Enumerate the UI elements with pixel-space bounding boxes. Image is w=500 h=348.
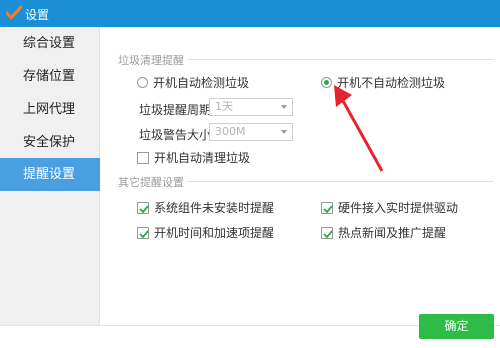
warning-size-value: 300M <box>215 125 246 138</box>
section-title-other: 其它提醒设置 <box>118 176 184 189</box>
check-icon <box>139 229 149 238</box>
period-select[interactable]: 1天 <box>209 98 293 116</box>
checkbox-label: 开机自动清理垃圾 <box>154 151 251 165</box>
radio-label: 开机自动检测垃圾 <box>153 76 250 90</box>
section-divider <box>188 59 494 60</box>
app-logo-icon <box>6 5 22 20</box>
sidebar-item-reminders[interactable]: 提醒设置 <box>0 158 100 191</box>
annotation-arrow-icon <box>334 85 384 172</box>
checkbox-label: 硬件接入实时提供驱动 <box>338 201 459 215</box>
section-title-trash: 垃圾清理提醒 <box>118 54 184 67</box>
check-icon <box>323 229 333 238</box>
option-hot-news[interactable]: 热点新闻及推广提醒 <box>321 224 446 241</box>
checkbox-label: 热点新闻及推广提醒 <box>338 226 447 240</box>
warning-size-select[interactable]: 300M <box>209 123 293 141</box>
window-title: 设置 <box>25 8 50 22</box>
radio-button[interactable] <box>137 77 148 88</box>
checkbox-checked[interactable] <box>137 201 149 214</box>
option-component-reminder[interactable]: 系统组件未安装时提醒 <box>137 199 274 216</box>
checkbox-checked[interactable] <box>321 201 333 214</box>
sidebar-item-proxy[interactable]: 上网代理 <box>0 93 100 126</box>
option-hardware-driver[interactable]: 硬件接入实时提供驱动 <box>321 199 458 216</box>
radio-auto-detect[interactable]: 开机自动检测垃圾 <box>137 74 249 91</box>
sidebar: 综合设置 存储位置 上网代理 安全保护 提醒设置 <box>0 27 100 325</box>
checkbox-checked[interactable] <box>321 226 333 239</box>
checkbox-label: 开机时间和加速项提醒 <box>154 226 275 240</box>
checkbox[interactable] <box>137 151 149 164</box>
sidebar-item-security[interactable]: 安全保护 <box>0 126 100 159</box>
section-divider <box>188 181 494 182</box>
sidebar-item-general[interactable]: 综合设置 <box>0 27 100 60</box>
check-icon <box>139 204 149 213</box>
period-label: 垃圾提醒周期 <box>139 103 212 117</box>
period-value: 1天 <box>215 100 233 113</box>
sidebar-item-storage[interactable]: 存储位置 <box>0 60 100 93</box>
auto-clean-option[interactable]: 开机自动清理垃圾 <box>137 149 250 166</box>
ok-button[interactable]: 确定 <box>419 314 494 339</box>
title-bar: 设置 <box>0 0 500 27</box>
check-icon <box>323 204 333 213</box>
option-boot-time-reminder[interactable]: 开机时间和加速项提醒 <box>137 224 274 241</box>
checkbox-label: 系统组件未安装时提醒 <box>154 201 275 215</box>
chevron-down-icon <box>281 130 287 134</box>
chevron-down-icon <box>281 105 287 109</box>
checkbox-checked[interactable] <box>137 226 149 239</box>
warning-size-label: 垃圾警告大小 <box>139 128 212 142</box>
